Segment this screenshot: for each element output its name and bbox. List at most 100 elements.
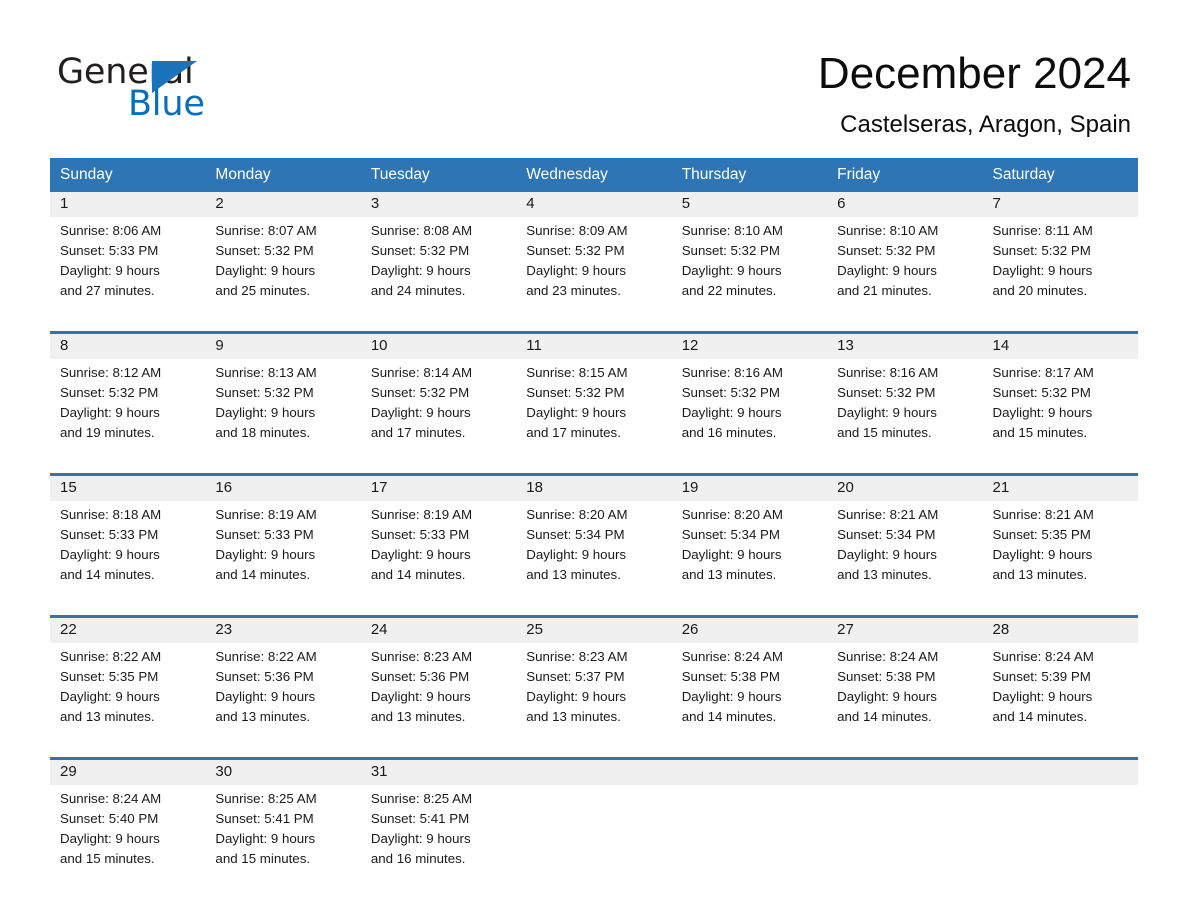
day-cell[interactable]: Sunrise: 8:16 AM Sunset: 5:32 PM Dayligh… bbox=[671, 359, 828, 475]
day-cell[interactable]: Sunrise: 8:16 AM Sunset: 5:32 PM Dayligh… bbox=[827, 359, 983, 475]
day-number[interactable]: 25 bbox=[516, 615, 672, 643]
day-cell[interactable]: Sunrise: 8:25 AM Sunset: 5:41 PM Dayligh… bbox=[205, 785, 361, 899]
day-cell-empty bbox=[671, 785, 828, 899]
day-cell[interactable]: Sunrise: 8:10 AM Sunset: 5:32 PM Dayligh… bbox=[671, 217, 828, 333]
day-cell[interactable]: Sunrise: 8:24 AM Sunset: 5:38 PM Dayligh… bbox=[671, 643, 828, 759]
sunset-text: Sunset: 5:32 PM bbox=[526, 243, 625, 258]
daylight-text-line2: and 23 minutes. bbox=[526, 283, 621, 298]
daylight-text-line2: and 15 minutes. bbox=[992, 425, 1088, 440]
sunrise-text: Sunrise: 8:21 AM bbox=[992, 507, 1094, 522]
daylight-text-line1: Daylight: 9 hours bbox=[681, 547, 782, 562]
daylight-text-line1: Daylight: 9 hours bbox=[837, 405, 937, 420]
day-cell[interactable]: Sunrise: 8:23 AM Sunset: 5:37 PM Dayligh… bbox=[516, 643, 672, 759]
day-number[interactable]: 19 bbox=[671, 473, 828, 501]
day-number[interactable]: 15 bbox=[50, 473, 206, 501]
day-number[interactable]: 9 bbox=[205, 331, 361, 359]
sunrise-text: Sunrise: 8:24 AM bbox=[992, 649, 1094, 664]
sunrise-text: Sunrise: 8:18 AM bbox=[60, 507, 162, 522]
day-number[interactable]: 7 bbox=[982, 192, 1138, 217]
day-number[interactable]: 10 bbox=[360, 331, 517, 359]
daylight-text-line1: Daylight: 9 hours bbox=[992, 547, 1093, 562]
week-1-daynumber-row: 1 2 3 4 5 6 7 bbox=[50, 192, 1138, 217]
daylight-text-line1: Daylight: 9 hours bbox=[681, 263, 782, 278]
day-cell[interactable]: Sunrise: 8:20 AM Sunset: 5:34 PM Dayligh… bbox=[671, 501, 828, 617]
day-number[interactable]: 1 bbox=[50, 192, 206, 217]
sunset-text: Sunset: 5:32 PM bbox=[526, 385, 625, 400]
weekday-header-wednesday: Wednesday bbox=[516, 158, 672, 192]
daylight-text-line1: Daylight: 9 hours bbox=[215, 405, 316, 420]
day-cell[interactable]: Sunrise: 8:07 AM Sunset: 5:32 PM Dayligh… bbox=[205, 217, 361, 333]
title-block: December 2024 Castelseras, Aragon, Spain bbox=[818, 48, 1131, 140]
day-cell[interactable]: Sunrise: 8:24 AM Sunset: 5:38 PM Dayligh… bbox=[827, 643, 983, 759]
day-number[interactable]: 22 bbox=[50, 615, 206, 643]
day-cell[interactable]: Sunrise: 8:10 AM Sunset: 5:32 PM Dayligh… bbox=[827, 217, 983, 333]
day-cell[interactable]: Sunrise: 8:25 AM Sunset: 5:41 PM Dayligh… bbox=[360, 785, 517, 899]
day-cell[interactable]: Sunrise: 8:13 AM Sunset: 5:32 PM Dayligh… bbox=[205, 359, 361, 475]
sunrise-text: Sunrise: 8:07 AM bbox=[215, 223, 317, 238]
day-number[interactable]: 28 bbox=[982, 615, 1138, 643]
day-number[interactable]: 29 bbox=[50, 757, 206, 785]
day-cell[interactable]: Sunrise: 8:21 AM Sunset: 5:34 PM Dayligh… bbox=[827, 501, 983, 617]
day-number[interactable]: 21 bbox=[982, 473, 1138, 501]
day-number[interactable]: 2 bbox=[205, 192, 361, 217]
day-number[interactable]: 17 bbox=[360, 473, 517, 501]
daylight-text-line2: and 25 minutes. bbox=[215, 283, 311, 298]
day-number[interactable]: 27 bbox=[827, 615, 983, 643]
day-number[interactable]: 23 bbox=[205, 615, 361, 643]
sunset-text: Sunset: 5:41 PM bbox=[370, 811, 470, 826]
day-cell[interactable]: Sunrise: 8:24 AM Sunset: 5:40 PM Dayligh… bbox=[50, 785, 206, 899]
day-number[interactable]: 26 bbox=[671, 615, 828, 643]
daylight-text-line2: and 13 minutes. bbox=[215, 709, 311, 724]
sunrise-text: Sunrise: 8:22 AM bbox=[60, 649, 162, 664]
day-cell[interactable]: Sunrise: 8:24 AM Sunset: 5:39 PM Dayligh… bbox=[982, 643, 1138, 759]
daylight-text-line1: Daylight: 9 hours bbox=[215, 263, 316, 278]
daylight-text-line1: Daylight: 9 hours bbox=[837, 263, 937, 278]
day-number[interactable]: 24 bbox=[360, 615, 517, 643]
day-number[interactable]: 16 bbox=[205, 473, 361, 501]
weekday-header-friday: Friday bbox=[827, 158, 983, 192]
general-blue-logo[interactable]: General Blue bbox=[57, 53, 287, 125]
daylight-text-line2: and 14 minutes. bbox=[837, 709, 932, 724]
daylight-text-line2: and 17 minutes. bbox=[370, 425, 466, 440]
day-number[interactable]: 12 bbox=[671, 331, 828, 359]
week-4-info-row: Sunrise: 8:22 AM Sunset: 5:35 PM Dayligh… bbox=[50, 643, 1138, 759]
day-number[interactable]: 5 bbox=[671, 192, 828, 217]
day-cell[interactable]: Sunrise: 8:21 AM Sunset: 5:35 PM Dayligh… bbox=[982, 501, 1138, 617]
week-2-daynumber-row: 8 9 10 11 12 13 14 bbox=[50, 331, 1138, 359]
day-number[interactable]: 14 bbox=[982, 331, 1138, 359]
sunrise-text: Sunrise: 8:08 AM bbox=[370, 223, 473, 238]
daylight-text-line1: Daylight: 9 hours bbox=[681, 689, 782, 704]
day-number[interactable]: 30 bbox=[205, 757, 361, 785]
daylight-text-line1: Daylight: 9 hours bbox=[992, 689, 1093, 704]
sunrise-text: Sunrise: 8:17 AM bbox=[992, 365, 1094, 380]
day-number[interactable]: 13 bbox=[827, 331, 983, 359]
day-number[interactable]: 11 bbox=[516, 331, 672, 359]
day-cell[interactable]: Sunrise: 8:22 AM Sunset: 5:35 PM Dayligh… bbox=[50, 643, 206, 759]
day-number[interactable]: 8 bbox=[50, 331, 206, 359]
day-cell[interactable]: Sunrise: 8:06 AM Sunset: 5:33 PM Dayligh… bbox=[50, 217, 206, 333]
day-number[interactable]: 20 bbox=[827, 473, 983, 501]
sunrise-sunset-calendar-table: Sunday Monday Tuesday Wednesday Thursday… bbox=[50, 158, 1138, 899]
day-cell[interactable]: Sunrise: 8:20 AM Sunset: 5:34 PM Dayligh… bbox=[516, 501, 672, 617]
day-cell[interactable]: Sunrise: 8:15 AM Sunset: 5:32 PM Dayligh… bbox=[516, 359, 672, 475]
day-cell[interactable]: Sunrise: 8:23 AM Sunset: 5:36 PM Dayligh… bbox=[360, 643, 517, 759]
day-cell[interactable]: Sunrise: 8:09 AM Sunset: 5:32 PM Dayligh… bbox=[516, 217, 672, 333]
day-number[interactable]: 31 bbox=[360, 757, 517, 785]
day-cell[interactable]: Sunrise: 8:11 AM Sunset: 5:32 PM Dayligh… bbox=[982, 217, 1138, 333]
day-cell[interactable]: Sunrise: 8:12 AM Sunset: 5:32 PM Dayligh… bbox=[50, 359, 206, 475]
day-cell[interactable]: Sunrise: 8:17 AM Sunset: 5:32 PM Dayligh… bbox=[982, 359, 1138, 475]
day-cell[interactable]: Sunrise: 8:19 AM Sunset: 5:33 PM Dayligh… bbox=[205, 501, 361, 617]
day-number[interactable]: 18 bbox=[516, 473, 672, 501]
day-cell[interactable]: Sunrise: 8:18 AM Sunset: 5:33 PM Dayligh… bbox=[50, 501, 206, 617]
daylight-text-line1: Daylight: 9 hours bbox=[60, 405, 160, 420]
day-number[interactable]: 4 bbox=[516, 192, 672, 217]
daylight-text-line1: Daylight: 9 hours bbox=[215, 831, 316, 846]
day-number[interactable]: 6 bbox=[827, 192, 983, 217]
day-cell[interactable]: Sunrise: 8:08 AM Sunset: 5:32 PM Dayligh… bbox=[360, 217, 517, 333]
day-cell[interactable]: Sunrise: 8:14 AM Sunset: 5:32 PM Dayligh… bbox=[360, 359, 517, 475]
day-number[interactable]: 3 bbox=[360, 192, 517, 217]
daylight-text-line1: Daylight: 9 hours bbox=[215, 689, 316, 704]
day-cell[interactable]: Sunrise: 8:19 AM Sunset: 5:33 PM Dayligh… bbox=[360, 501, 517, 617]
sunrise-text: Sunrise: 8:09 AM bbox=[526, 223, 628, 238]
day-cell[interactable]: Sunrise: 8:22 AM Sunset: 5:36 PM Dayligh… bbox=[205, 643, 361, 759]
